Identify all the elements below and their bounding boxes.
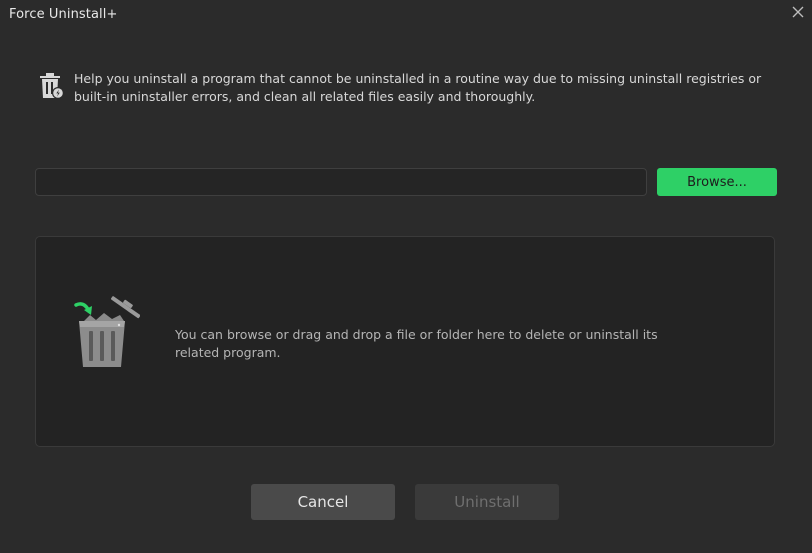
path-input[interactable] [35, 168, 647, 196]
trash-can-drop-icon [74, 295, 141, 371]
close-button[interactable] [790, 4, 806, 20]
description-section: Help you uninstall a program that cannot… [38, 70, 778, 106]
trash-bin-lightning-icon [38, 71, 64, 101]
browse-button[interactable]: Browse... [657, 168, 777, 196]
drop-zone[interactable]: You can browse or drag and drop a file o… [35, 236, 775, 447]
drop-zone-text: You can browse or drag and drop a file o… [175, 327, 658, 360]
description-text: Help you uninstall a program that cannot… [74, 71, 762, 104]
window-title: Force Uninstall+ [9, 7, 118, 22]
cancel-button[interactable]: Cancel [251, 484, 395, 520]
uninstall-button[interactable]: Uninstall [415, 484, 559, 520]
force-uninstall-dialog: Force Uninstall+ Help you uninstall a pr… [0, 0, 812, 553]
close-icon [792, 6, 804, 18]
